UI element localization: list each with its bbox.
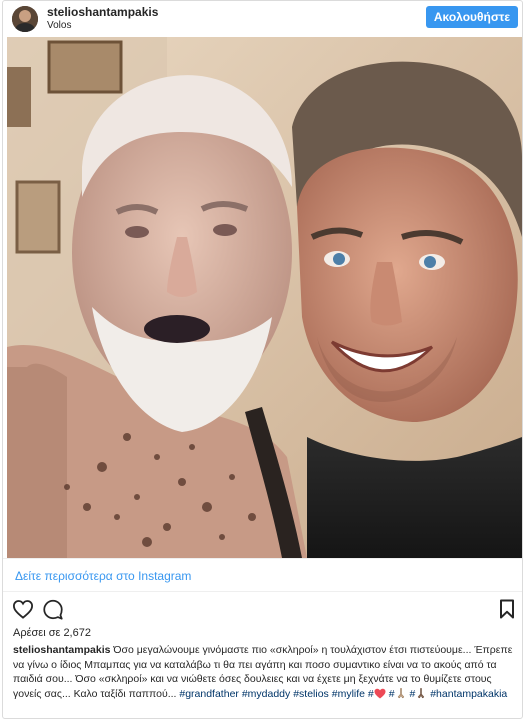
hashtag-stelios[interactable]: #stelios — [293, 688, 329, 700]
view-more-instagram-link[interactable]: Δείτε περισσότερα στο Instagram — [15, 569, 191, 583]
praying-hands-emoji — [417, 687, 425, 698]
photo-illustration — [7, 37, 522, 558]
header-location[interactable]: Volos — [47, 20, 71, 31]
bookmark-icon[interactable] — [499, 599, 515, 619]
red-heart-emoji — [374, 688, 386, 698]
likes-count[interactable]: Αρέσει σε 2,672 — [13, 627, 91, 639]
caption-username[interactable]: stelioshantampakis — [13, 644, 110, 656]
photo-divider — [3, 558, 522, 559]
avatar[interactable] — [12, 6, 38, 32]
instagram-embed-card: stelioshantampakis Volos Ακολουθήστε Δεί… — [2, 0, 523, 719]
action-bar — [3, 591, 522, 628]
hashtag-hantampakakia[interactable]: #hantampakakia — [430, 688, 507, 700]
heart-icon[interactable] — [12, 599, 34, 619]
post-caption: stelioshantampakis Όσο μεγαλώνουμε γινόμ… — [13, 643, 519, 701]
follow-button[interactable]: Ακολουθήστε — [426, 6, 518, 28]
hashtag-grandfather[interactable]: #grandfather — [179, 688, 239, 700]
hashtag-mydaddy[interactable]: #mydaddy — [242, 688, 290, 700]
hashtag-mylife[interactable]: #mylife — [332, 688, 365, 700]
post-header: stelioshantampakis Volos Ακολουθήστε — [3, 1, 522, 37]
post-photo[interactable] — [7, 37, 522, 558]
comment-icon[interactable] — [42, 599, 64, 620]
praying-hands-emoji — [397, 687, 404, 698]
header-username[interactable]: stelioshantampakis — [47, 5, 158, 19]
